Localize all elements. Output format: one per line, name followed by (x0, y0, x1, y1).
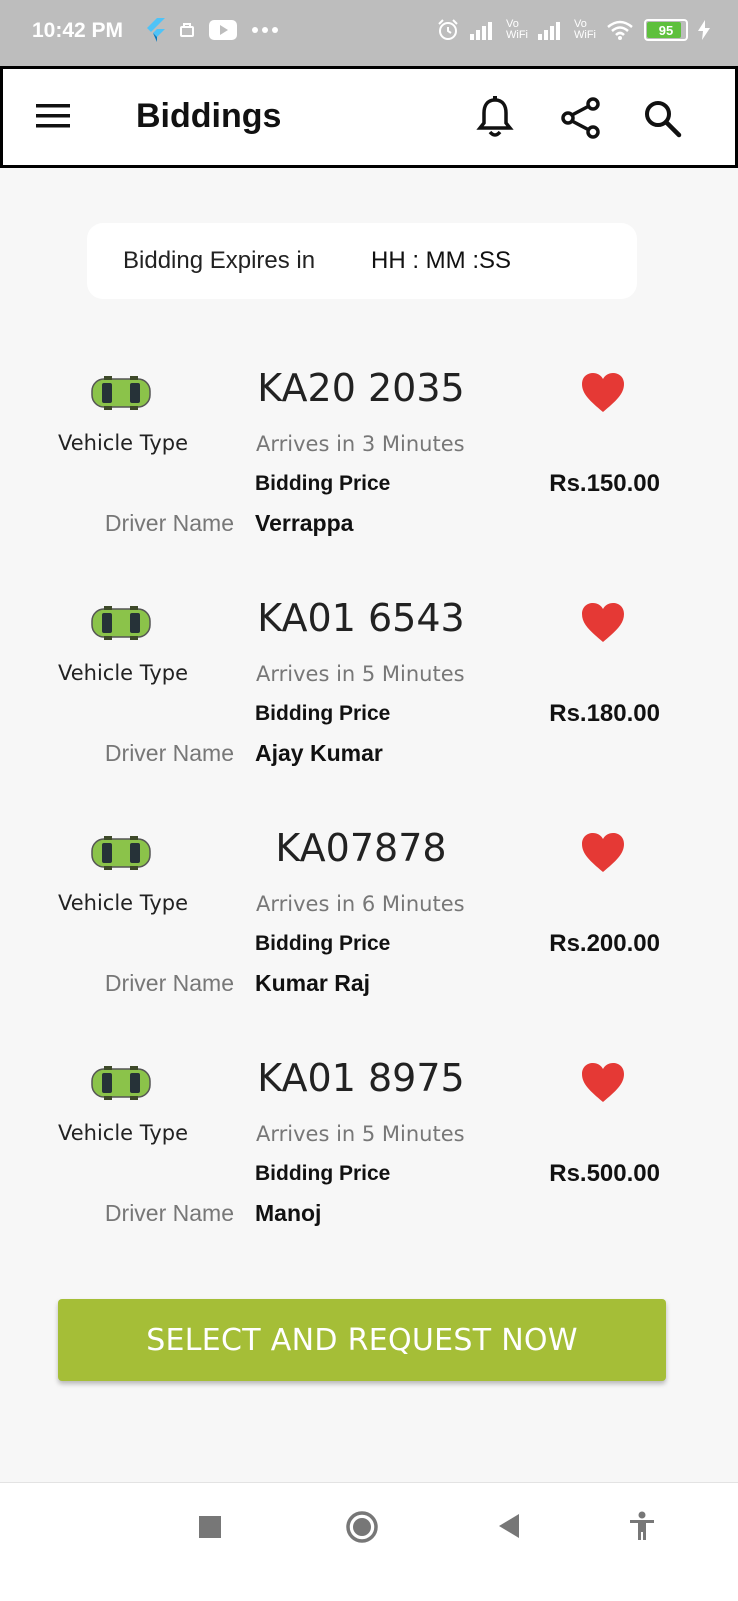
status-bar: 10:42 PM Vo WiFi Vo WiFi 95 (0, 0, 738, 66)
driver-name: Manoj (255, 1200, 322, 1226)
select-and-request-button[interactable]: SELECT AND REQUEST NOW (58, 1299, 666, 1381)
more-dots-icon (252, 27, 278, 33)
vehicle-type-label: Vehicle Type (58, 1121, 189, 1145)
bid-card[interactable]: Vehicle Type KA01 6543 Arrives in 5 Minu… (0, 588, 738, 788)
bidding-price: Rs.150.00 (549, 470, 660, 497)
bid-card[interactable]: Vehicle Type KA07878 Arrives in 6 Minute… (0, 818, 738, 1018)
driver-name-label: Driver Name (104, 970, 234, 996)
system-status-icons: Vo WiFi Vo WiFi 95 (436, 18, 710, 42)
system-nav-bar (0, 1482, 738, 1601)
bidding-price-label: Bidding Price (255, 472, 391, 495)
arrival-time: Arrives in 3 Minutes (256, 432, 465, 456)
car-icon (91, 836, 151, 870)
bidding-price: Rs.200.00 (549, 930, 660, 957)
bidding-price-label: Bidding Price (255, 702, 391, 725)
heart-icon[interactable] (580, 372, 626, 414)
vehicle-type-label: Vehicle Type (58, 891, 189, 915)
car-icon (91, 606, 151, 640)
bidding-price-label: Bidding Price (255, 932, 391, 955)
vehicle-plate: KA07878 (275, 826, 447, 870)
bidding-expires-label: Bidding Expires in (123, 247, 316, 274)
bidding-countdown: HH : MM :SS (371, 247, 512, 274)
status-time: 10:42 PM (32, 19, 124, 42)
battery-icon: 95 (644, 19, 688, 41)
vehicle-type-label: Vehicle Type (58, 431, 189, 455)
youtube-icon (209, 20, 237, 40)
app-bar: Biddings (0, 66, 738, 168)
driver-name: Ajay Kumar (255, 740, 383, 766)
share-icon[interactable] (560, 97, 602, 139)
bidding-price: Rs.500.00 (549, 1160, 660, 1187)
recents-icon[interactable] (199, 1516, 221, 1538)
menu-icon[interactable] (36, 102, 72, 130)
vehicle-plate: KA20 2035 (257, 366, 465, 410)
signal-icon-2 (538, 22, 560, 40)
bidding-price: Rs.180.00 (549, 700, 660, 727)
driver-name-label: Driver Name (104, 740, 234, 766)
driver-name: Kumar Raj (255, 970, 371, 996)
bid-card[interactable]: Vehicle Type KA20 2035 Arrives in 3 Minu… (0, 358, 738, 558)
vehicle-type-label: Vehicle Type (58, 661, 189, 685)
vehicle-plate: KA01 6543 (257, 596, 465, 640)
heart-icon[interactable] (580, 1062, 626, 1104)
vowifi-label-2: Vo WiFi (574, 18, 596, 41)
arrival-time: Arrives in 5 Minutes (256, 662, 465, 686)
driver-name: Verrappa (255, 510, 354, 536)
back-icon[interactable] (498, 1513, 520, 1539)
bid-card[interactable]: Vehicle Type KA01 8975 Arrives in 5 Minu… (0, 1048, 738, 1248)
driver-name-label: Driver Name (104, 510, 234, 536)
page-title: Biddings (136, 97, 282, 135)
briefcase-icon (180, 23, 194, 37)
home-icon[interactable] (345, 1510, 379, 1544)
charging-icon (698, 20, 710, 40)
signal-icon (470, 22, 492, 40)
battery-level: 95 (658, 22, 674, 38)
arrival-time: Arrives in 6 Minutes (256, 892, 465, 916)
wifi-icon (607, 20, 633, 40)
bidding-price-label: Bidding Price (255, 1162, 391, 1185)
car-icon (91, 376, 151, 410)
heart-icon[interactable] (580, 602, 626, 644)
car-icon (91, 1066, 151, 1100)
driver-name-label: Driver Name (104, 1200, 234, 1226)
search-icon[interactable] (643, 99, 683, 139)
vehicle-plate: KA01 8975 (257, 1056, 465, 1100)
notification-icons (145, 18, 279, 42)
vowifi-label: Vo WiFi (506, 18, 528, 41)
bidding-timer-card: Bidding Expires in HH : MM :SS (87, 223, 637, 299)
bell-icon[interactable] (475, 95, 515, 139)
heart-icon[interactable] (580, 832, 626, 874)
flutter-icon (147, 18, 165, 42)
arrival-time: Arrives in 5 Minutes (256, 1122, 465, 1146)
alarm-icon (438, 19, 458, 40)
accessibility-icon[interactable] (628, 1511, 656, 1541)
